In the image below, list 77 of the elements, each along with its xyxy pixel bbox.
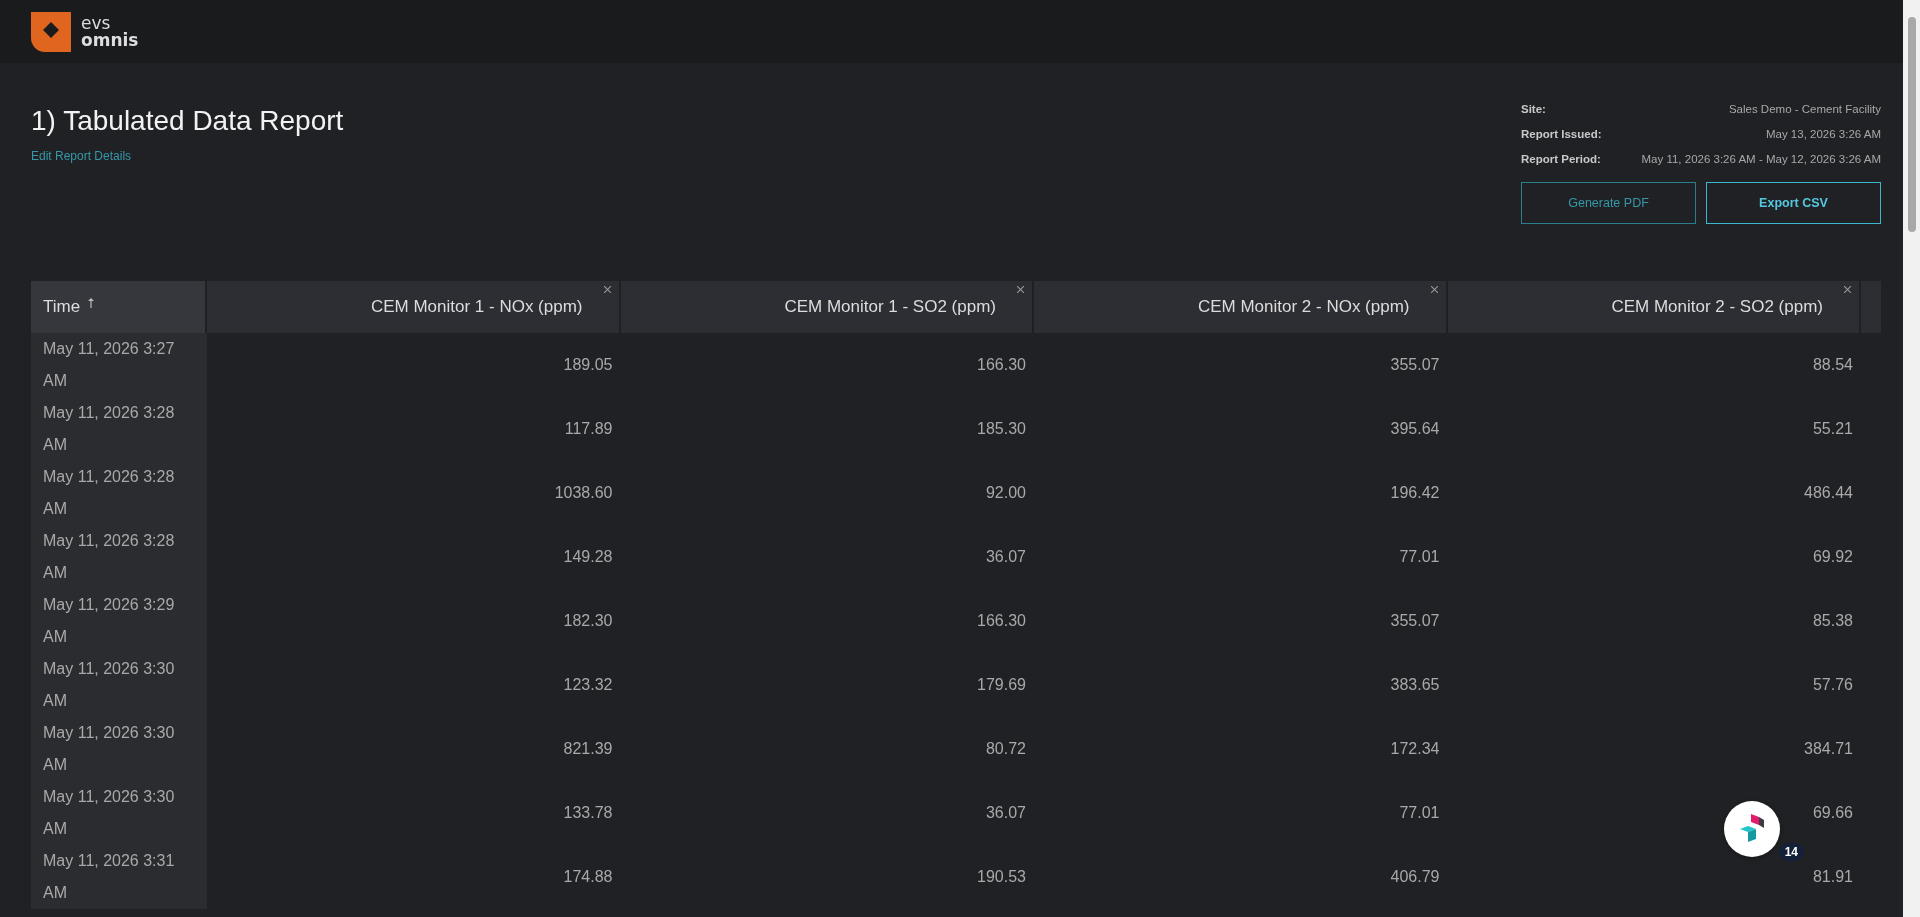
- column-label: CEM Monitor 1 - NOx (ppm): [370, 297, 583, 317]
- table-cell-text: 166.30: [977, 611, 1026, 631]
- table-cell-text: 174.88: [563, 867, 613, 887]
- column-header[interactable]: Time: [31, 281, 207, 333]
- logo-text: evs: [81, 14, 111, 32]
- column-header[interactable]: CEM Monitor 1 - NOx (ppm): [207, 281, 621, 333]
- sort-ascending-icon[interactable]: [88, 298, 95, 308]
- table-cell-text: 384.71: [1804, 739, 1853, 759]
- table-cell: May 11, 2026 3:28 AM: [31, 525, 207, 589]
- table-cell-text: 179.69: [977, 675, 1026, 695]
- table-cell-text: 117.89: [564, 419, 613, 439]
- table-cell-text: 81.91: [1812, 867, 1853, 887]
- detail-label: Site:: [1521, 103, 1547, 115]
- table-cell: May 11, 2026 3:30 AM: [31, 717, 207, 781]
- logo-icon: [31, 11, 71, 52]
- logo-text: omnis: [81, 31, 139, 49]
- close-icon[interactable]: [1017, 286, 1024, 293]
- column-label: CEM Monitor 2 - NOx (ppm): [1197, 297, 1410, 317]
- table-cell-text: 1038.60: [554, 483, 613, 503]
- detail-value: May 13, 2026 3:26 AM: [1764, 128, 1881, 140]
- table-cell-text: 36.07: [985, 803, 1026, 823]
- table-cell-text: 69.92: [1812, 547, 1853, 567]
- detail-label: Report Period:: [1521, 153, 1602, 165]
- table-cell-text: 189.05: [563, 355, 613, 375]
- table-cell: May 11, 2026 3:27 AM: [31, 333, 207, 397]
- scrollbar[interactable]: [1903, 0, 1920, 917]
- close-icon[interactable]: [1430, 286, 1438, 293]
- table-cell-text: 92.00: [985, 483, 1026, 503]
- chat-widget-button[interactable]: [1724, 801, 1780, 857]
- table-cell: May 11, 2026 3:28 AM: [31, 397, 207, 461]
- table-cell-text: 85.38: [1812, 611, 1853, 631]
- table-cell: May 11, 2026 3:30 AM: [31, 781, 207, 845]
- table-cell-text: 55.21: [1812, 419, 1853, 439]
- table-cell-text: 77.01: [1399, 547, 1440, 567]
- table-cell-text: 185.30: [977, 419, 1026, 439]
- column-label: CEM Monitor 2 - SO2 (ppm): [1611, 297, 1823, 317]
- notification-badge: 14: [1778, 843, 1804, 861]
- table-cell-text: 77.01: [1399, 803, 1440, 823]
- table-cell: May 11, 2026 3:29 AM: [31, 589, 207, 653]
- table-cell-text: 166.30: [977, 355, 1026, 375]
- table-cell-text: 486.44: [1804, 483, 1853, 503]
- close-icon[interactable]: [1844, 286, 1851, 293]
- table-cell-text: 80.72: [985, 739, 1026, 759]
- column-label: CEM Monitor 1 - SO2 (ppm): [784, 297, 996, 317]
- column-header[interactable]: CEM Monitor 2 - SO2 (ppm): [1447, 281, 1861, 333]
- scrollbar-thumb[interactable]: [1907, 17, 1916, 232]
- table-cell: May 11, 2026 3:28 AM: [31, 461, 207, 525]
- table-cell-text: 196.42: [1390, 483, 1440, 503]
- table-cell: May 11, 2026 3:31 AM: [31, 845, 207, 909]
- table-cell-text: 69.66: [1812, 803, 1853, 823]
- table-cell-text: 36.07: [985, 547, 1026, 567]
- table-cell-text: 172.34: [1390, 739, 1440, 759]
- table-cell-text: 88.54: [1812, 355, 1853, 375]
- table-cell-text: 133.78: [563, 803, 613, 823]
- table-cell-text: 57.76: [1812, 675, 1853, 695]
- table-cell-text: 355.07: [1390, 355, 1440, 375]
- table-cell-text: 149.28: [563, 547, 613, 567]
- table-cell-text: 395.64: [1390, 419, 1440, 439]
- table-cell-text: 182.30: [563, 611, 613, 631]
- column-label: Time: [43, 297, 81, 317]
- report-title: 1) Tabulated Data Report: [31, 105, 344, 137]
- column-header[interactable]: CEM Monitor 2 - NOx (ppm): [1034, 281, 1448, 333]
- table-cell-text: 383.65: [1390, 675, 1440, 695]
- table-cell-text: 123.32: [563, 675, 613, 695]
- detail-label: Report Issued:: [1521, 128, 1602, 140]
- column-header[interactable]: CEM Monitor 1 - SO2 (ppm): [620, 281, 1034, 333]
- edit-report-link[interactable]: Edit Report Details: [31, 149, 132, 163]
- report-button[interactable]: Generate PDF: [1521, 182, 1696, 224]
- table-cell-text: 190.53: [977, 867, 1026, 887]
- table-cell-text: 821.39: [563, 739, 613, 759]
- detail-value: May 11, 2026 3:26 AM - May 12, 2026 3:26 AM: [1640, 153, 1881, 165]
- table-cell: May 11, 2026 3:30 AM: [31, 653, 207, 717]
- report-button[interactable]: Export CSV: [1706, 182, 1881, 224]
- close-icon[interactable]: [603, 286, 611, 293]
- table-cell-text: 355.07: [1390, 611, 1440, 631]
- detail-value: Sales Demo - Cement Facility: [1727, 103, 1881, 115]
- table-cell-text: 406.79: [1390, 867, 1440, 887]
